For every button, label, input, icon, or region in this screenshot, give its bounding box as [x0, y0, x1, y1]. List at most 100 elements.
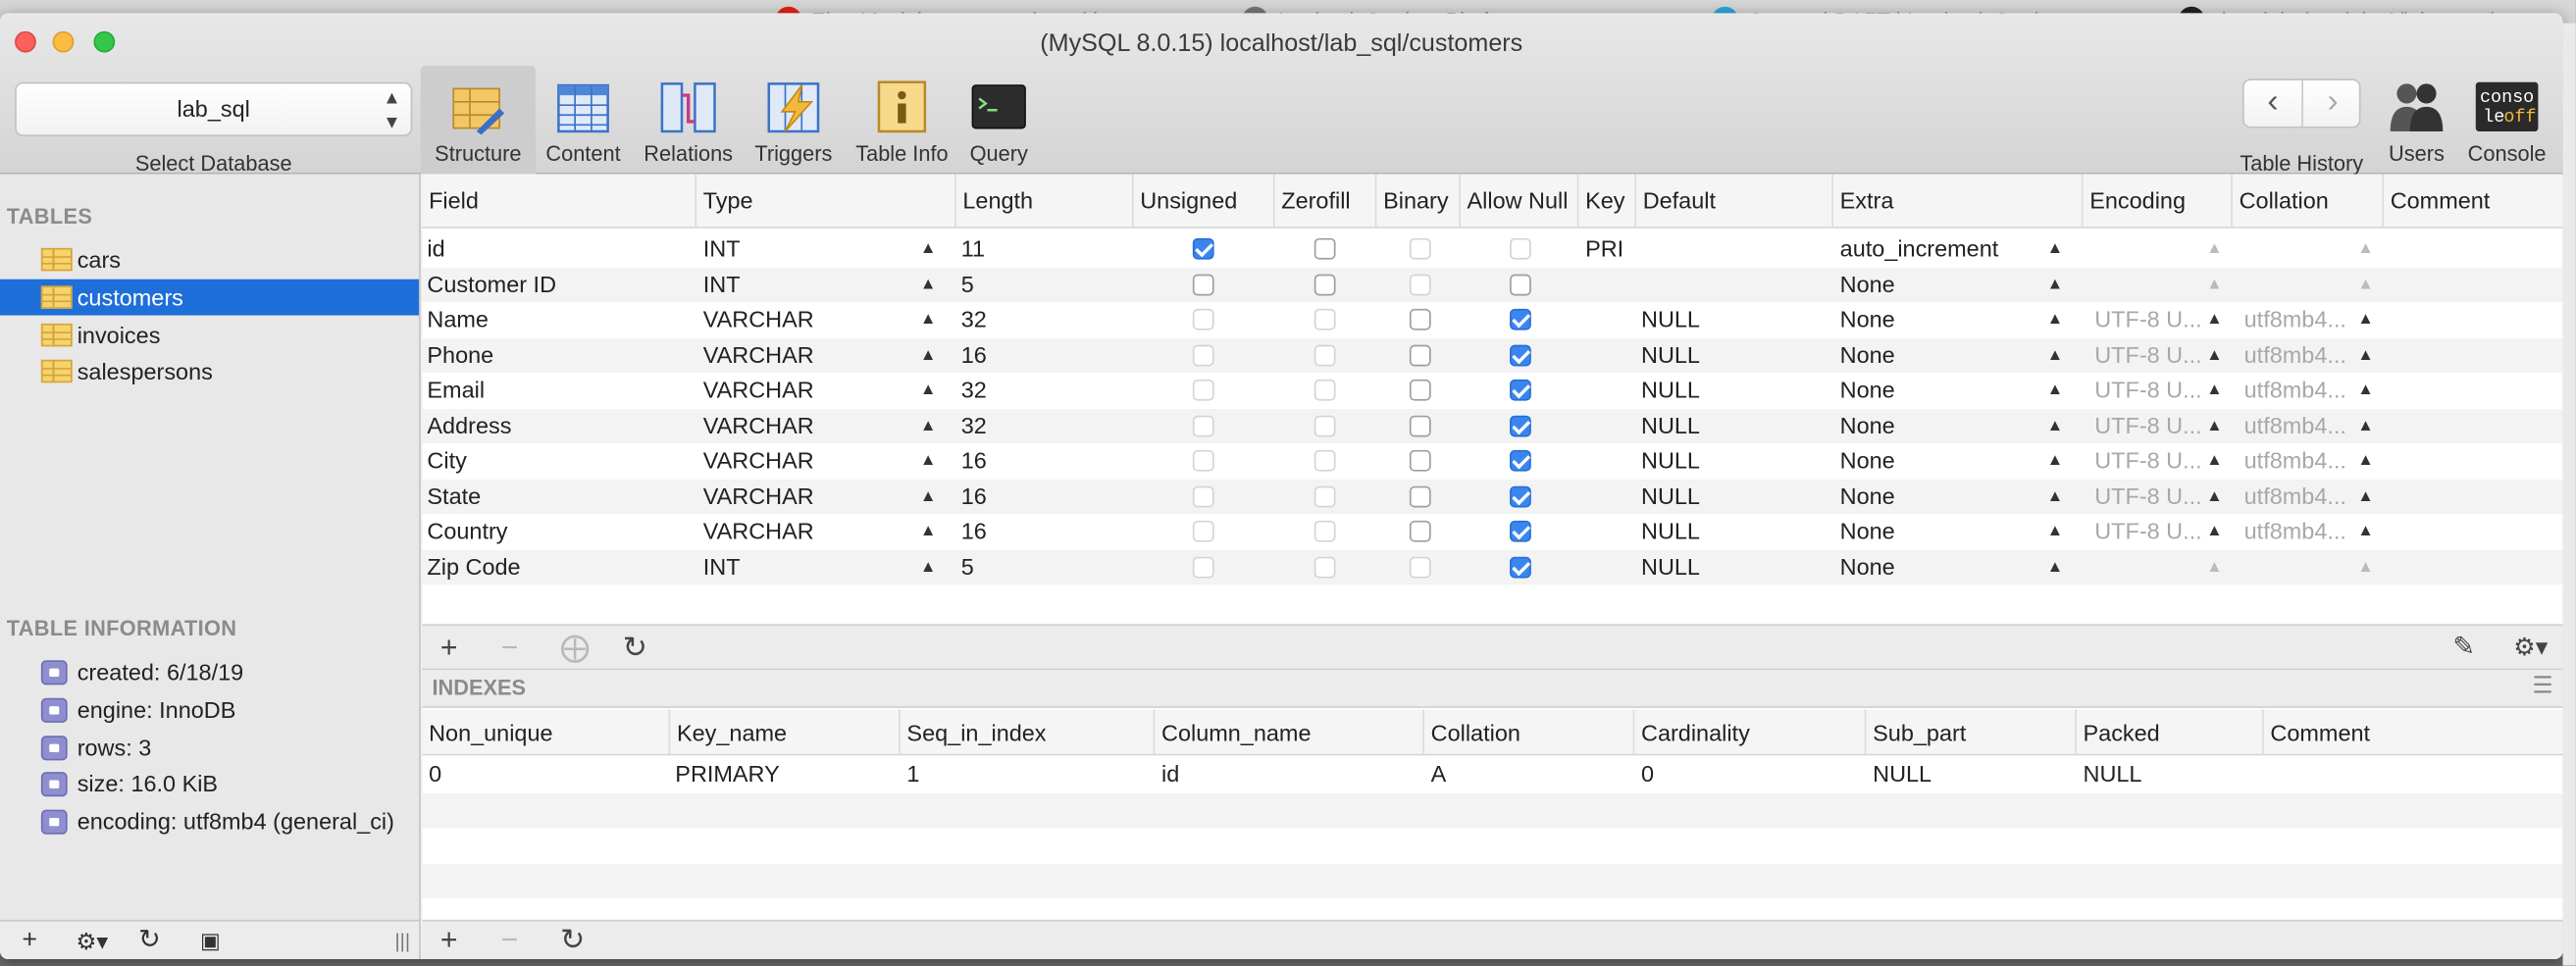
type-cell[interactable]: VARCHAR: [703, 443, 917, 479]
collation-cell[interactable]: utf8mb4...: [2244, 479, 2363, 514]
updown-arrows-icon[interactable]: ▲: [2357, 373, 2374, 408]
field-name-cell[interactable]: Email: [427, 373, 690, 408]
column-header-seq-in-index[interactable]: Seq_in_index: [901, 709, 1156, 756]
zerofill-checkbox[interactable]: [1314, 520, 1336, 542]
binary-checkbox[interactable]: [1409, 343, 1431, 366]
index-cell[interactable]: 0: [1641, 757, 1654, 792]
updown-arrows-icon[interactable]: ▲: [2357, 443, 2374, 479]
structure-tab[interactable]: Structure: [420, 65, 536, 175]
default-cell[interactable]: NULL: [1641, 408, 1822, 443]
updown-arrows-icon[interactable]: ▲: [2357, 549, 2374, 585]
content-tab[interactable]: Content: [539, 66, 627, 175]
allow-null-checkbox[interactable]: [1510, 520, 1531, 542]
updown-arrows-icon[interactable]: ▲: [920, 302, 937, 337]
column-header-key[interactable]: Key: [1578, 174, 1637, 229]
column-header-zerofill[interactable]: Zerofill: [1275, 174, 1377, 229]
edit-button[interactable]: ✎: [2452, 626, 2474, 672]
table-row[interactable]: [422, 792, 2563, 829]
default-cell[interactable]: NULL: [1641, 302, 1822, 337]
column-header-default[interactable]: Default: [1636, 174, 1833, 229]
default-cell[interactable]: [1641, 267, 1822, 302]
triggers-tab[interactable]: Triggers: [746, 66, 841, 175]
updown-arrows-icon[interactable]: ▲: [2047, 514, 2064, 549]
binary-checkbox[interactable]: [1409, 555, 1431, 578]
unsigned-checkbox[interactable]: [1192, 520, 1214, 542]
length-cell[interactable]: 16: [961, 337, 1125, 373]
field-name-cell[interactable]: Customer ID: [427, 267, 690, 302]
updown-arrows-icon[interactable]: ▲: [2357, 337, 2374, 373]
binary-checkbox[interactable]: [1409, 379, 1431, 401]
field-name-cell[interactable]: Zip Code: [427, 549, 690, 585]
key-cell[interactable]: [1585, 373, 1634, 408]
binary-checkbox[interactable]: [1409, 484, 1431, 507]
collation-cell[interactable]: utf8mb4...: [2244, 373, 2363, 408]
key-cell[interactable]: PRI: [1585, 231, 1634, 267]
zerofill-checkbox[interactable]: [1314, 379, 1336, 401]
updown-arrows-icon[interactable]: ▲: [2206, 479, 2223, 514]
extra-cell[interactable]: None: [1840, 549, 2037, 585]
length-cell[interactable]: 16: [961, 443, 1125, 479]
default-cell[interactable]: NULL: [1641, 479, 1822, 514]
extra-cell[interactable]: auto_increment: [1840, 231, 2037, 267]
add-field-button[interactable]: +: [440, 626, 458, 672]
zerofill-checkbox[interactable]: [1314, 555, 1336, 578]
updown-arrows-icon[interactable]: ▲: [2206, 231, 2223, 267]
updown-arrows-icon[interactable]: ▲: [2047, 408, 2064, 443]
updown-arrows-icon[interactable]: ▲: [2357, 479, 2374, 514]
column-header-collation[interactable]: Collation: [2233, 174, 2384, 229]
length-cell[interactable]: 32: [961, 302, 1125, 337]
updown-arrows-icon[interactable]: ▲: [2206, 337, 2223, 373]
index-cell[interactable]: 0: [429, 757, 441, 792]
collation-cell[interactable]: utf8mb4...: [2244, 337, 2363, 373]
allow-null-checkbox[interactable]: [1510, 237, 1531, 260]
indexes-menu-button[interactable]: ☰: [2532, 672, 2552, 699]
encoding-cell[interactable]: [2094, 549, 2213, 585]
type-cell[interactable]: VARCHAR: [703, 514, 917, 549]
extra-cell[interactable]: None: [1840, 514, 2037, 549]
updown-arrows-icon[interactable]: ▲: [920, 231, 937, 267]
unsigned-checkbox[interactable]: [1192, 343, 1214, 366]
allow-null-checkbox[interactable]: [1510, 449, 1531, 472]
table-row[interactable]: Name VARCHAR ▲ 32 NULL None ▲ UTF-8 U... ▲ utf8mb…: [422, 302, 2562, 337]
allow-null-checkbox[interactable]: [1510, 379, 1531, 401]
updown-arrows-icon[interactable]: ▲: [920, 408, 937, 443]
table-row[interactable]: [422, 828, 2562, 863]
field-name-cell[interactable]: Country: [427, 514, 690, 549]
sidebar-item-customers[interactable]: customers: [0, 279, 420, 316]
extra-cell[interactable]: None: [1840, 479, 2037, 514]
refresh-fields-button[interactable]: ↻: [623, 626, 647, 672]
table-row[interactable]: City VARCHAR ▲ 16 NULL None ▲ UTF-8 U... ▲ utf8mb…: [422, 443, 2562, 479]
console-button[interactable]: conso le off Console: [2461, 66, 2553, 175]
index-cell[interactable]: 1: [906, 757, 919, 792]
allow-null-checkbox[interactable]: [1510, 343, 1531, 366]
length-cell[interactable]: 16: [961, 514, 1125, 549]
encoding-cell[interactable]: UTF-8 U...: [2094, 408, 2213, 443]
key-cell[interactable]: [1585, 302, 1634, 337]
column-header-column-name[interactable]: Column_name: [1155, 709, 1424, 756]
type-cell[interactable]: VARCHAR: [703, 373, 917, 408]
updown-arrows-icon[interactable]: ▲: [920, 549, 937, 585]
forward-button[interactable]: ›: [2303, 80, 2362, 127]
updown-arrows-icon[interactable]: ▲: [2047, 337, 2064, 373]
collation-cell[interactable]: utf8mb4...: [2244, 302, 2363, 337]
binary-checkbox[interactable]: [1409, 414, 1431, 436]
zerofill-checkbox[interactable]: [1314, 273, 1336, 295]
type-cell[interactable]: VARCHAR: [703, 408, 917, 443]
type-cell[interactable]: VARCHAR: [703, 337, 917, 373]
updown-arrows-icon[interactable]: ▲: [920, 337, 937, 373]
zerofill-checkbox[interactable]: [1314, 414, 1336, 436]
allow-null-checkbox[interactable]: [1510, 484, 1531, 507]
length-cell[interactable]: 32: [961, 408, 1125, 443]
remove-index-button[interactable]: −: [501, 922, 519, 960]
field-name-cell[interactable]: Name: [427, 302, 690, 337]
remove-field-button[interactable]: −: [501, 626, 519, 672]
table-row[interactable]: Zip Code INT ▲ 5 NULL None ▲ ▲ ▲: [422, 549, 2563, 585]
sidebar-item-invoices[interactable]: invoices: [0, 317, 419, 353]
column-header-sub-part[interactable]: Sub_part: [1866, 709, 2077, 756]
encoding-cell[interactable]: UTF-8 U...: [2094, 443, 2213, 479]
extra-cell[interactable]: None: [1840, 408, 2037, 443]
unsigned-checkbox[interactable]: [1192, 237, 1214, 260]
refresh-indexes-button[interactable]: ↻: [560, 922, 585, 960]
unsigned-checkbox[interactable]: [1192, 484, 1214, 507]
binary-checkbox[interactable]: [1409, 273, 1431, 295]
